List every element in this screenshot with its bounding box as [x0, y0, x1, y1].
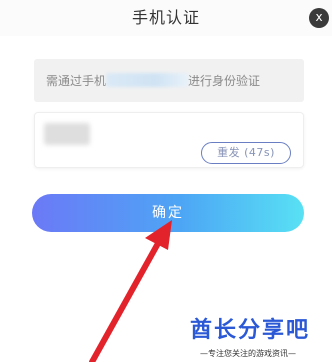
close-icon: x: [315, 10, 323, 24]
verification-code-input[interactable]: 重发 (47s): [34, 112, 304, 168]
watermark: 酋长分享吧 —专注您关注的游戏资讯—: [190, 312, 330, 360]
close-button[interactable]: x: [309, 8, 329, 28]
phone-notice-text: 需通过手机 进行身份验证: [46, 72, 260, 89]
phone-notice: 需通过手机 进行身份验证: [34, 59, 304, 102]
dialog-title: 手机认证: [131, 8, 200, 27]
masked-code-value: [44, 123, 90, 145]
watermark-brand: 酋长分享吧: [190, 318, 311, 343]
resend-button[interactable]: 重发 (47s): [201, 142, 291, 164]
watermark-tagline: —专注您关注的游戏资讯—: [200, 349, 296, 358]
dialog-header: 手机认证 x: [0, 0, 332, 36]
phone-notice-suffix: 进行身份验证: [188, 74, 261, 88]
confirm-button[interactable]: 确定: [32, 194, 304, 232]
phone-notice-prefix: 需通过手机: [46, 74, 107, 88]
masked-phone-number: [106, 73, 189, 87]
